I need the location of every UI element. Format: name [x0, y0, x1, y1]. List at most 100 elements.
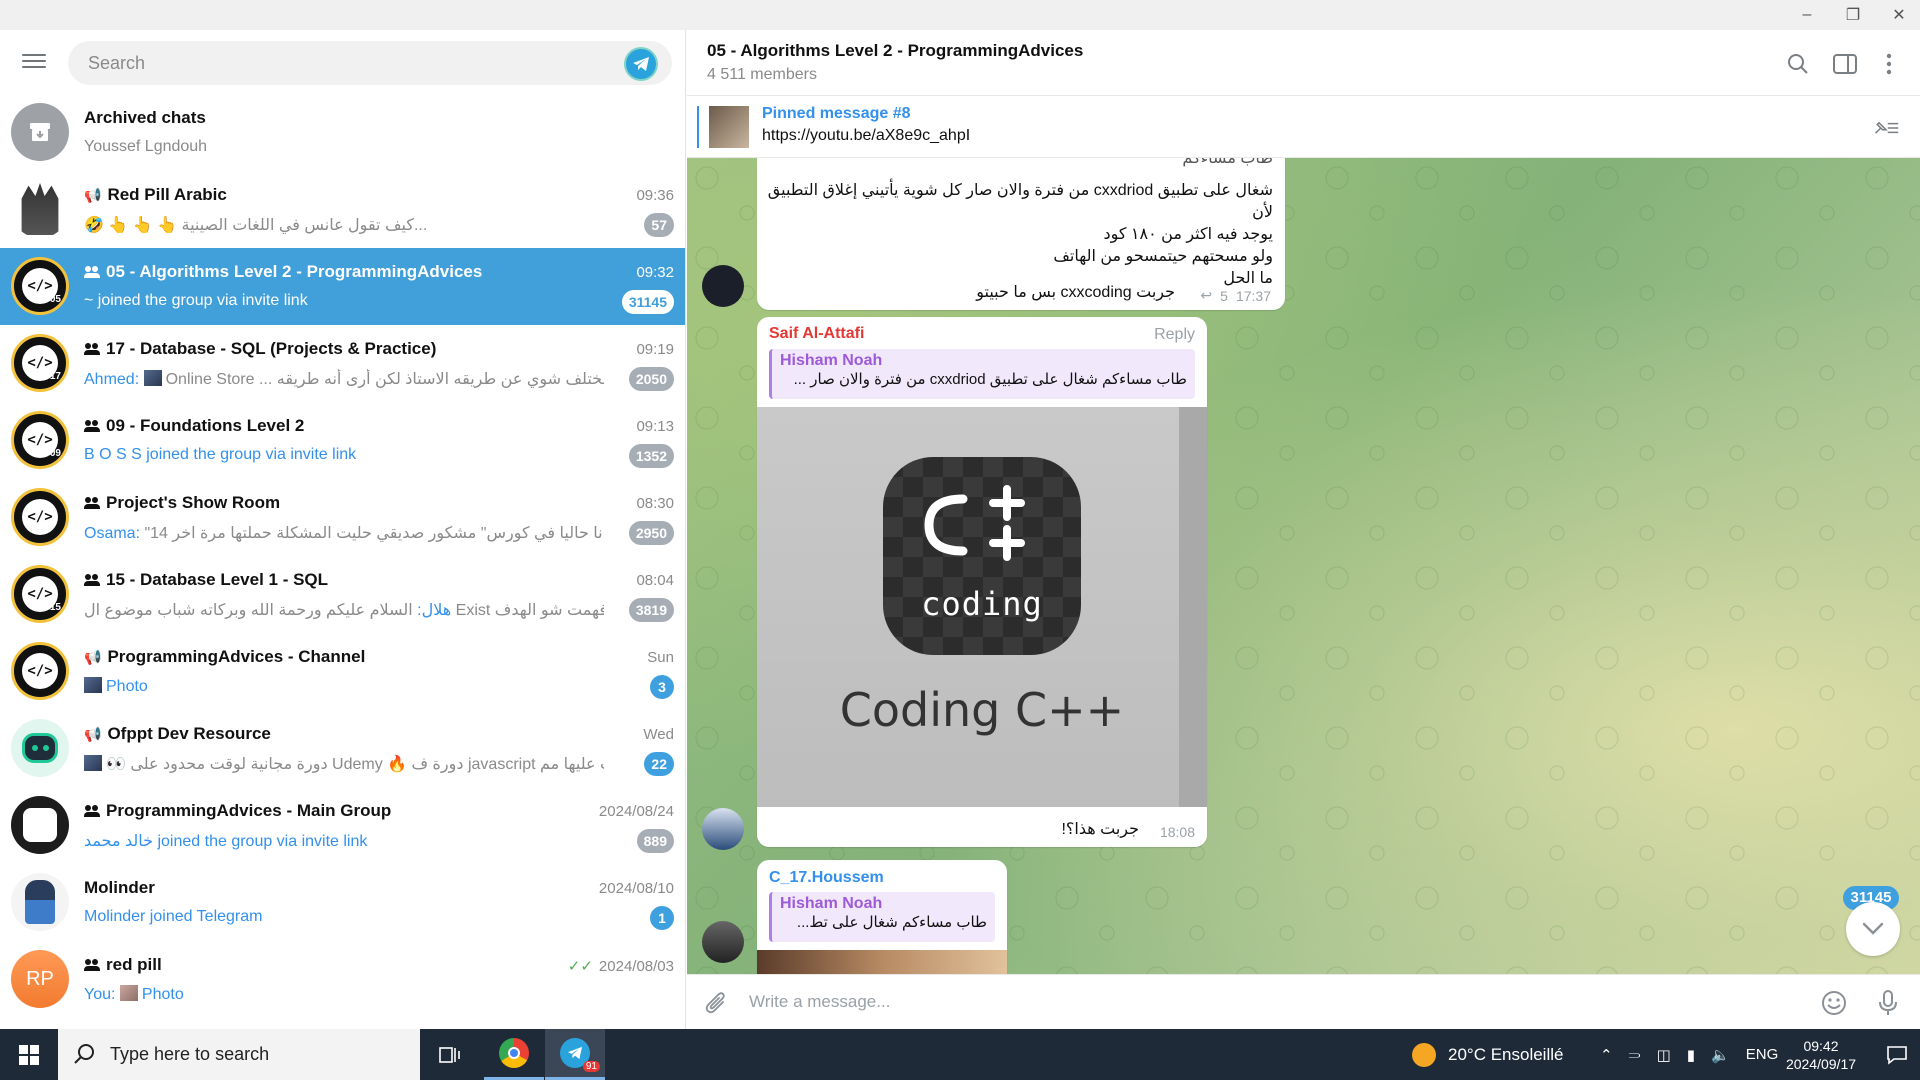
message-preview: "14 انا حاليا في كورس" مشكور صديقي حليت … [144, 525, 604, 542]
attach-icon[interactable] [701, 988, 731, 1018]
chat-item-database-level-1[interactable]: </> 15 15 - Database Level 1 - SQL 08:04 … [0, 556, 685, 633]
chat-title: ProgrammingAdvices - Main Group [84, 801, 544, 821]
reply-button[interactable]: Reply [1154, 326, 1195, 344]
chat-title: red pill [84, 955, 544, 975]
chat-title: 05 - Algorithms Level 2 - ProgrammingAdv… [84, 262, 544, 282]
telegram-taskbar-icon[interactable]: 91 [545, 1029, 605, 1080]
chat-subtitle: You: Photo [84, 985, 604, 1004]
message-area[interactable]: طاب مساءكم شغال على تطبيق cxxdriod من فت… [687, 158, 1920, 974]
sender-name: هلال: [417, 602, 452, 619]
weather-widget[interactable]: 20°C Ensoleillé [1412, 1029, 1563, 1080]
windows-taskbar: Type here to search 91 20°C Ensoleillé ⌃… [0, 1029, 1920, 1080]
unread-badge: 31145 [621, 290, 674, 314]
chat-item-archived[interactable]: Archived chats Youssef Lgndouh [0, 94, 685, 171]
message-bubble[interactable]: Saif Al-Attafi Reply Hisham Noah طاب مسا… [757, 317, 1207, 847]
battery-icon[interactable]: ▮ [1687, 1046, 1695, 1064]
reply-arrow-icon[interactable]: ↩ [1200, 287, 1212, 304]
channel-icon: 📢 [84, 648, 102, 665]
message-preview: B O S S joined the group via invite link [84, 446, 357, 463]
group-icon [84, 497, 100, 509]
chat-title-text: Project's Show Room [106, 493, 281, 512]
chat-title: 15 - Database Level 1 - SQL [84, 570, 544, 590]
close-icon[interactable]: ✕ [1876, 0, 1920, 30]
microphone-icon[interactable] [1873, 988, 1903, 1018]
avatar[interactable] [702, 921, 744, 963]
search-icon [74, 1044, 94, 1064]
chat-list: Archived chats Youssef Lgndouh 📢 Red Pill… [0, 94, 685, 1018]
pinned-link[interactable]: https://youtu.be/aX8e9c_ahpI [762, 127, 970, 145]
chat-item-algorithms-level-2[interactable]: </> 05 05 - Algorithms Level 2 - Programm… [0, 248, 685, 325]
avatar: </> [11, 488, 69, 546]
taskbar-search-box[interactable]: Type here to search [58, 1029, 420, 1080]
chat-title: 17 - Database - SQL (Projects & Practice… [84, 339, 544, 359]
pin-list-icon[interactable] [1872, 114, 1900, 142]
sender-name[interactable]: Saif Al-Attafi [769, 325, 864, 343]
chat-subtitle: B O S S joined the group via invite link [84, 446, 604, 464]
message-preview: السلام عليكم ورحمة الله وبركاته شباب موض… [84, 602, 604, 619]
message-last-line: جربت cxxcoding بس ما حبيتو [976, 284, 1175, 301]
search-box[interactable] [68, 41, 672, 85]
emoji-icon[interactable] [1819, 988, 1849, 1018]
group-icon [84, 574, 100, 586]
clock-time: 09:42 [1803, 1037, 1839, 1054]
message-time: 17:37 [1235, 287, 1271, 304]
message-photo[interactable]: coding Coding C++ [757, 407, 1207, 807]
reply-quote[interactable]: Hisham Noah طاب مساءكم شغال على تط... [769, 892, 995, 942]
clock[interactable]: 09:42 2024/09/17 [1766, 1029, 1876, 1080]
chat-time: 09:32 [636, 264, 674, 281]
search-icon[interactable] [1784, 50, 1812, 78]
group-icon [84, 266, 100, 278]
message-line: شغال على تطبيق cxxdriod من فترة والان صا… [767, 182, 1273, 221]
chat-item-projects-show-room[interactable]: </> Project's Show Room 08:30 Osama: "14… [0, 479, 685, 556]
more-options-icon[interactable] [1875, 50, 1903, 78]
coding-cpp-logo-icon: coding [883, 457, 1081, 655]
logo-text: coding [921, 585, 1043, 623]
sender-name[interactable]: C_17.Houssem [769, 869, 884, 887]
menu-icon[interactable] [20, 50, 48, 74]
sidebar-toggle-icon[interactable] [1831, 50, 1859, 78]
chat-header-title[interactable]: 05 - Algorithms Level 2 - ProgrammingAdv… [707, 41, 1083, 61]
pinned-message-bar[interactable]: Pinned message #8 https://youtu.be/aX8e9… [687, 96, 1920, 158]
reply-count[interactable]: 5 [1220, 288, 1228, 304]
message-input[interactable] [749, 987, 1749, 1017]
chrome-icon[interactable] [484, 1029, 544, 1080]
message-bubble[interactable]: C_17.Houssem Hisham Noah طاب مساءكم شغال… [757, 860, 1007, 974]
chat-item-red-pill-arabic[interactable]: 📢 Red Pill Arabic 09:36 🤣 👆 👆 👆 كيف تقول … [0, 171, 685, 248]
minimize-icon[interactable]: – [1784, 0, 1830, 30]
chat-item-programmingadvices-main-group[interactable]: ProgrammingAdvices - Main Group 2024/08/… [0, 787, 685, 864]
chat-item-database-sql-projects[interactable]: </> 17 17 - Database - SQL (Projects & Pr… [0, 325, 685, 402]
volume-icon[interactable]: 🔈 [1711, 1046, 1730, 1064]
chat-subtitle: Photo [84, 677, 604, 696]
chat-item-molinder[interactable]: Molinder 2024/08/10 Molinder joined Tele… [0, 864, 685, 941]
unread-badge: 1 [650, 906, 674, 930]
chat-time: Sun [647, 649, 674, 666]
chevron-up-icon[interactable]: ⌃ [1600, 1046, 1613, 1064]
avatar: </> 05 [11, 257, 69, 315]
message-photo[interactable] [757, 950, 1007, 974]
task-view-icon[interactable] [420, 1029, 480, 1080]
message-composer[interactable] [687, 974, 1920, 1029]
chat-header[interactable]: 05 - Algorithms Level 2 - ProgrammingAdv… [687, 30, 1920, 96]
avatar[interactable] [702, 808, 744, 850]
unread-badge: 3819 [628, 598, 674, 622]
battery-saver-icon[interactable]: ◫ [1657, 1046, 1671, 1064]
search-input[interactable] [88, 41, 608, 85]
message-bubble[interactable]: طاب مساءكم شغال على تطبيق cxxdriod من فت… [757, 158, 1285, 310]
windows-start-icon[interactable] [0, 1029, 58, 1080]
restore-icon[interactable]: ❐ [1830, 0, 1876, 30]
network-icon[interactable]: ⥰ [1629, 1046, 1641, 1063]
telegram-logo-icon[interactable] [626, 49, 656, 79]
chat-title-text: Ofppt Dev Resource [107, 724, 271, 743]
chat-title-text: red pill [106, 955, 162, 974]
message-preview: Photo [106, 678, 148, 695]
photo-thumb-icon [84, 677, 102, 693]
chat-item-programmingadvices-channel[interactable]: </> 📢 ProgrammingAdvices - Channel Sun Ph… [0, 633, 685, 710]
chat-item-red-pill[interactable]: RP red pill ✓✓ 2024/08/03 You: Photo [0, 941, 685, 1018]
avatar[interactable] [702, 265, 744, 307]
notification-icon[interactable] [1886, 1029, 1908, 1080]
chat-item-foundations-level-2[interactable]: </> 09 09 - Foundations Level 2 09:13 B O… [0, 402, 685, 479]
reply-quote[interactable]: Hisham Noah طاب مساءكم شغال على تطبيق cx… [769, 349, 1195, 399]
chat-item-ofppt-dev-resource[interactable]: 📢 Ofppt Dev Resource Wed 👀 دورة مجانية لو… [0, 710, 685, 787]
chat-title: 📢 Ofppt Dev Resource [84, 724, 544, 744]
scroll-down-button[interactable] [1846, 902, 1900, 956]
